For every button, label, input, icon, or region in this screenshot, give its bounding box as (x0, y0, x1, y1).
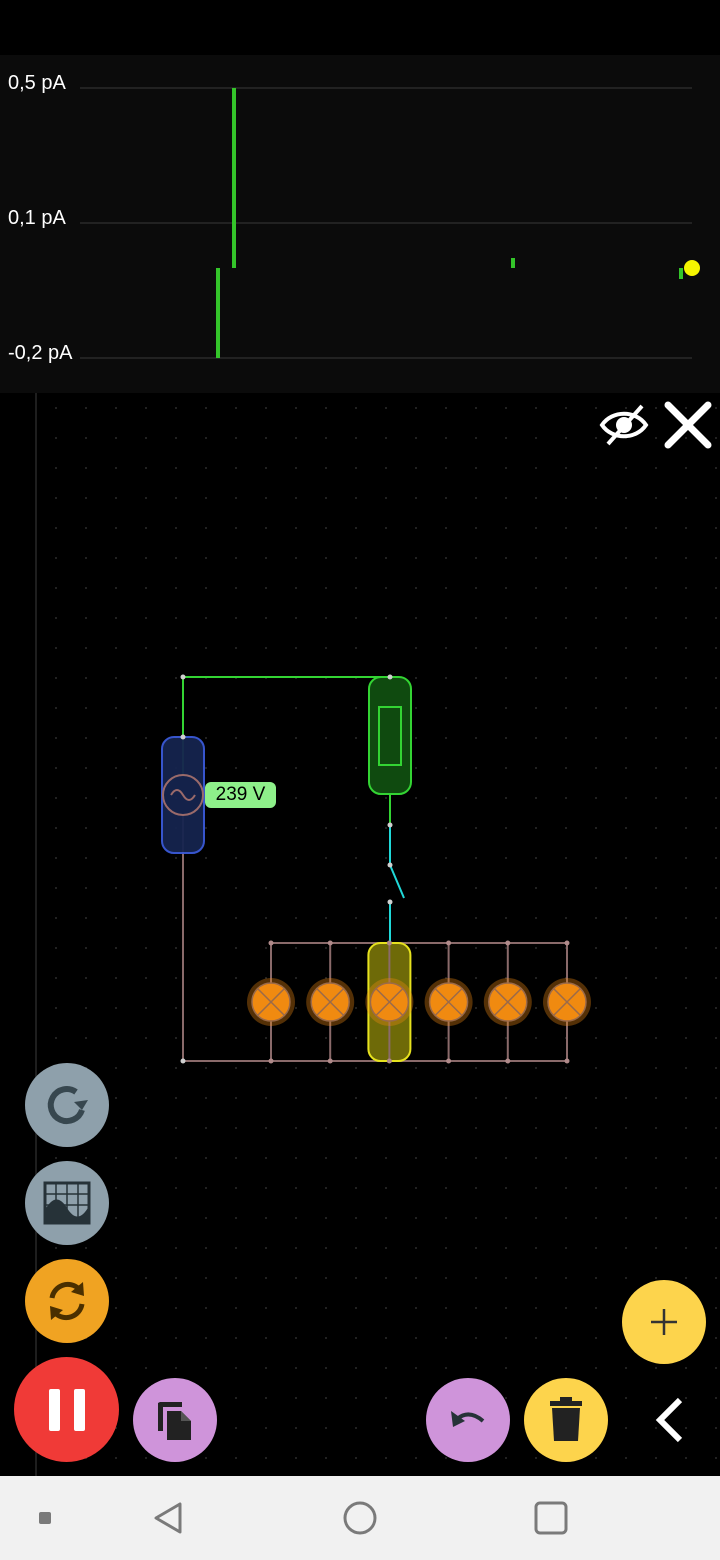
chevron-left-icon (655, 1397, 683, 1443)
nav-back-button[interactable] (150, 1500, 186, 1541)
add-component-button[interactable] (622, 1280, 706, 1364)
home-icon (343, 1501, 377, 1535)
lamp-node (446, 1058, 452, 1064)
voltage-label[interactable]: 239 V (205, 782, 276, 808)
undo-icon (451, 1411, 485, 1427)
lamp-node (564, 1058, 570, 1064)
lamp-node (268, 1058, 274, 1064)
lamp-node (386, 1058, 392, 1064)
copy-button[interactable] (133, 1378, 217, 1462)
back-icon (154, 1502, 182, 1534)
lamp-node (386, 940, 392, 946)
oscilloscope-icon (43, 1181, 91, 1225)
fuse-body (368, 676, 412, 795)
pause-button[interactable] (14, 1357, 119, 1462)
rotate-button[interactable] (25, 1063, 109, 1147)
recents-icon (534, 1501, 568, 1535)
plus-icon (651, 1309, 677, 1335)
lamp-node (505, 1058, 511, 1064)
lamp-node (564, 940, 570, 946)
reset-simulation-button[interactable] (25, 1259, 109, 1343)
lamp-node (327, 940, 333, 946)
lamp-node (446, 940, 452, 946)
collapse-toolbar-button[interactable] (650, 1395, 690, 1445)
rotate-icon (47, 1086, 88, 1125)
lamp-node (268, 940, 274, 946)
nav-recents-button[interactable] (533, 1500, 569, 1541)
nav-menu-dot[interactable] (39, 1512, 51, 1524)
oscilloscope-button[interactable] (25, 1161, 109, 1245)
undo-button[interactable] (426, 1378, 510, 1462)
nav-home-button[interactable] (342, 1500, 378, 1541)
system-nav-bar (0, 1476, 720, 1560)
circuit-diagram (161, 674, 591, 1064)
lamp-bank (247, 940, 591, 1064)
delete-button[interactable] (524, 1378, 608, 1462)
switch-blade (389, 864, 405, 899)
lamp-node (505, 940, 511, 946)
copy-icon (158, 1402, 191, 1440)
pause-icon (48, 1388, 85, 1431)
trash-icon (550, 1397, 582, 1441)
lamp-node (327, 1058, 333, 1064)
sync-icon (49, 1281, 85, 1321)
